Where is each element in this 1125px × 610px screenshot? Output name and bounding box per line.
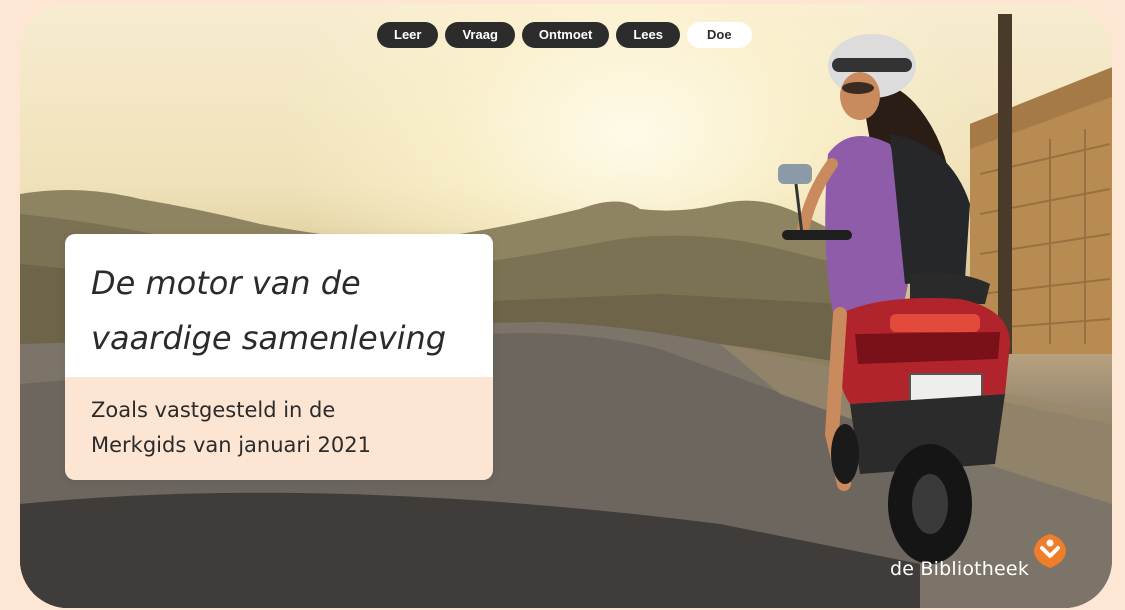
brand-name: de Bibliotheek: [890, 558, 1030, 580]
subtitle-line-1: Zoals vastgesteld in de: [91, 398, 336, 422]
subtitle-line-2: Merkgids van januari 2021: [91, 433, 372, 457]
nav-pill-leer[interactable]: Leer: [377, 22, 439, 48]
page-title-line-2: vaardige samenleving: [91, 319, 447, 357]
nav-pill-doe[interactable]: Doe: [686, 22, 752, 48]
page-title-line-1: De motor van de: [91, 264, 361, 302]
bibliotheek-logo: de Bibliotheek: [890, 532, 1066, 580]
title-card: De motor van de vaardige samenleving Zoa…: [65, 234, 493, 480]
nav-pill-vraag[interactable]: Vraag: [445, 22, 515, 48]
category-nav: Leer Vraag Ontmoet Lees Doe: [377, 22, 752, 48]
title-card-header: De motor van de vaardige samenleving: [65, 234, 493, 377]
nav-pill-ontmoet[interactable]: Ontmoet: [521, 22, 610, 48]
bibliotheek-logo-icon: [1034, 534, 1066, 568]
nav-pill-lees[interactable]: Lees: [616, 22, 680, 48]
title-card-subtitle: Zoals vastgesteld in de Merkgids van jan…: [65, 377, 493, 480]
scooter-rider: [778, 14, 1012, 564]
